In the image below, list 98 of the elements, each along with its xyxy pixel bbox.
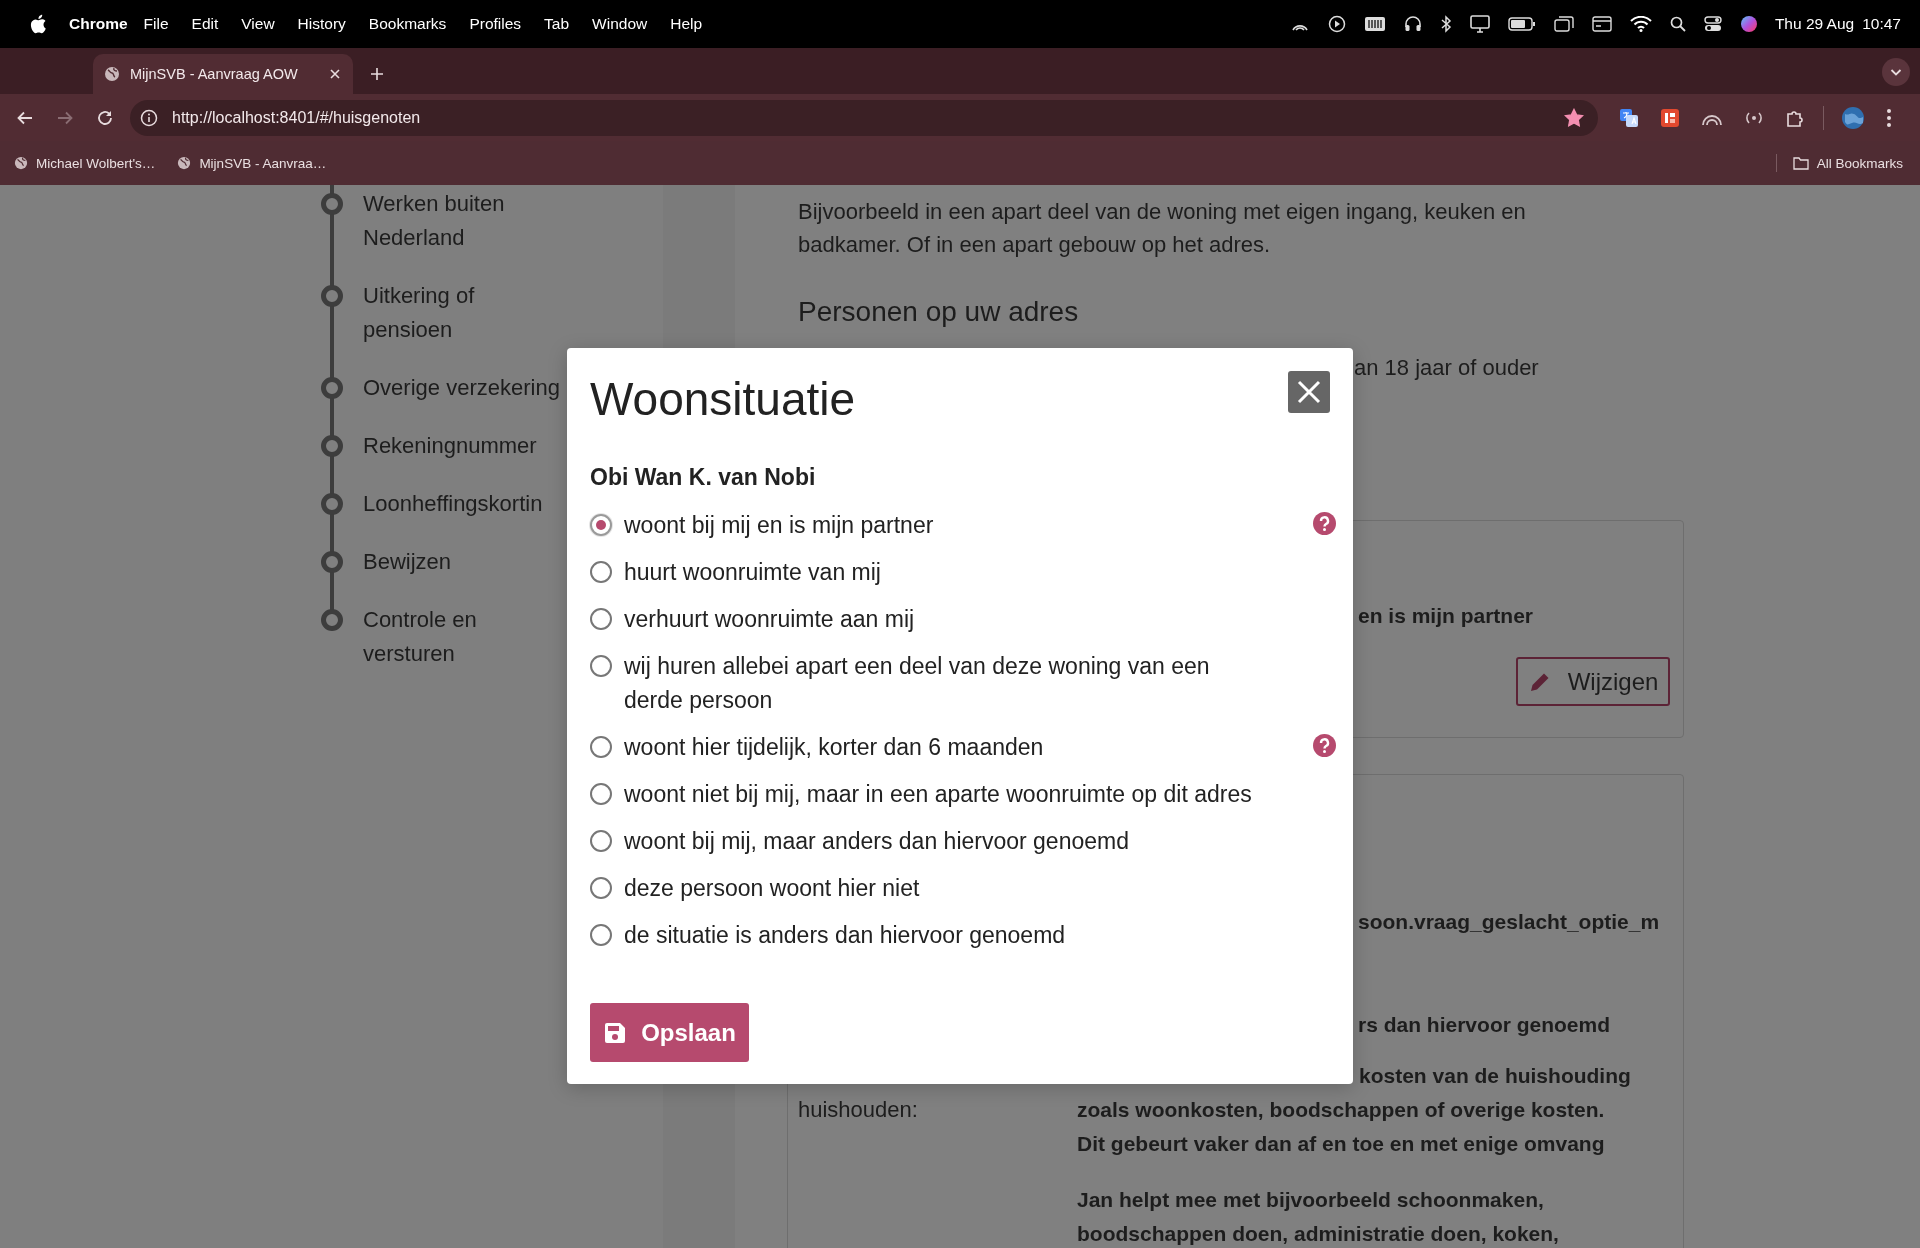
browser-tab[interactable]: MijnSVB - Aanvraag AOW <box>93 54 353 94</box>
menu-item[interactable]: Edit <box>191 15 219 33</box>
menu-bar-date[interactable]: Thu 29 Aug <box>1774 15 1855 33</box>
translate-icon[interactable] <box>1619 107 1639 128</box>
option-label[interactable]: woont bij mij en is mijn partner <box>624 507 934 542</box>
display-icon[interactable] <box>1469 15 1490 33</box>
option-label[interactable]: woont bij mij, maar anders dan hiervoor genoemd <box>624 823 1129 858</box>
step-marker <box>321 435 343 457</box>
intro-text: Bijvoorbeeld in een apart deel van de woning met eigen ingang, keuken en badkamer. Of in een apart gebouw op het adres. <box>797 198 1527 259</box>
more-icon[interactable] <box>1886 107 1892 128</box>
menu-item[interactable]: Profiles <box>469 15 522 33</box>
step-marker <box>321 551 343 573</box>
answer-text: kosten van de huishouding <box>1359 1063 1631 1089</box>
folder-icon <box>1792 156 1809 170</box>
radio-button[interactable] <box>590 607 612 630</box>
step-label[interactable]: Bewijzen <box>363 545 452 579</box>
headphones-icon[interactable] <box>1403 15 1422 33</box>
address-bar[interactable]: http://localhost:8401/#/huisgenoten <box>130 99 1598 136</box>
menu-bar-time[interactable]: 10:47 <box>1862 15 1901 33</box>
menu-item[interactable]: History <box>297 15 346 33</box>
step-label[interactable]: Overige verzekering <box>363 371 560 405</box>
orb-icon[interactable] <box>1739 15 1758 33</box>
answer-text: soon.vraag_geslacht_optie_m <box>1358 909 1660 935</box>
step-marker <box>321 377 343 399</box>
answer-text: rs dan hiervoor genoemd <box>1358 1012 1611 1038</box>
answer-text: en is mijn partner <box>1358 603 1534 629</box>
menu-item[interactable]: View <box>241 15 275 33</box>
answer-text: Dit gebeurt vaker dan af en toe en met enige omvang <box>1077 1131 1605 1157</box>
radio-button[interactable] <box>590 782 612 805</box>
step-label[interactable]: Rekeningnummer <box>363 429 537 463</box>
globe-icon <box>14 156 28 170</box>
radio-button[interactable] <box>590 829 612 852</box>
menu-item[interactable]: File <box>143 15 169 33</box>
edit-button[interactable]: Wijzigen <box>1516 657 1670 706</box>
radio-button[interactable] <box>590 513 612 536</box>
option-label[interactable]: woont niet bij mij, maar in een aparte woonruimte op dit adres <box>624 776 1252 811</box>
all-bookmarks[interactable]: All Bookmarks <box>1792 155 1903 171</box>
step-marker <box>321 493 343 515</box>
extension-icon[interactable] <box>1660 107 1680 128</box>
close-icon[interactable] <box>329 68 341 80</box>
windows-icon[interactable] <box>1553 16 1574 32</box>
radio-button[interactable] <box>590 923 612 946</box>
keyboard-icon[interactable] <box>1363 16 1386 32</box>
new-tab-icon[interactable] <box>370 67 384 81</box>
save-button[interactable]: Opslaan <box>590 1003 749 1062</box>
menu-item[interactable]: Help <box>670 15 703 33</box>
option-label[interactable]: huurt woonruimte van mij <box>624 554 881 589</box>
close-button[interactable] <box>1288 371 1330 413</box>
help-icon[interactable] <box>1313 733 1336 757</box>
play-icon[interactable] <box>1327 15 1346 33</box>
signal-icon[interactable] <box>1744 110 1764 125</box>
step-marker <box>321 285 343 307</box>
radio-button[interactable] <box>590 654 612 677</box>
option-label[interactable]: woont hier tijdelijk, korter dan 6 maanden <box>624 729 1044 764</box>
step-marker <box>321 193 343 215</box>
person-name: Obi Wan K. van Nobi <box>590 463 817 492</box>
apple-icon[interactable] <box>30 14 47 34</box>
avatar-icon[interactable] <box>1841 105 1865 130</box>
bluetooth-icon[interactable] <box>1439 15 1452 33</box>
radio-button[interactable] <box>590 560 612 583</box>
answer-text: Jan helpt mee met bijvoorbeeld schoonmaken, <box>1077 1187 1544 1213</box>
step-marker <box>321 609 343 631</box>
search-icon[interactable] <box>1669 16 1686 32</box>
bookmark[interactable]: Michael Wolbert's… <box>14 155 156 171</box>
step-label[interactable]: Loonheffingskortin <box>363 487 543 521</box>
tab-list-icon[interactable] <box>1882 58 1910 86</box>
step-label[interactable]: Werken buiten Nederland <box>363 187 505 255</box>
card-icon[interactable] <box>1591 16 1612 32</box>
save-icon <box>603 1020 628 1045</box>
option-label[interactable]: verhuurt woonruimte aan mij <box>624 601 915 636</box>
radio-button[interactable] <box>590 876 612 899</box>
step-label[interactable]: Uitkering of pensioen <box>363 279 475 347</box>
step-label[interactable]: Controle en versturen <box>363 603 477 671</box>
control-center-icon[interactable] <box>1703 16 1722 32</box>
menu-item[interactable]: Tab <box>544 15 570 33</box>
radio-button[interactable] <box>590 735 612 758</box>
answer-text: boodschappen doen, administratie doen, koken, <box>1077 1221 1559 1247</box>
menu-item[interactable]: Bookmarks <box>368 15 447 33</box>
menu-item[interactable]: Window <box>592 15 648 33</box>
dialog-title: Woonsituatie <box>590 372 856 427</box>
battery-icon[interactable] <box>1507 17 1536 31</box>
globe-icon <box>104 66 120 82</box>
field-label: huishouden: <box>798 1097 918 1122</box>
reload-icon[interactable] <box>96 108 114 127</box>
globe-icon <box>177 156 192 170</box>
option-label[interactable]: deze persoon woont hier niet <box>624 870 920 905</box>
option-label[interactable]: wij huren allebei apart een deel van deze woning van een derde persoon <box>624 648 1264 717</box>
bookmark[interactable]: MijnSVB - Aanvraa… <box>177 155 327 171</box>
help-icon[interactable] <box>1313 511 1336 535</box>
info-icon[interactable] <box>140 108 158 127</box>
answer-text: zoals woonkosten, boodschappen of overige kosten. <box>1077 1097 1605 1123</box>
wifi-icon[interactable] <box>1629 16 1652 32</box>
star-icon[interactable] <box>1564 107 1584 128</box>
option-label[interactable]: de situatie is anders dan hiervoor genoemd <box>624 917 1066 952</box>
section-heading: Personen op uw adres <box>797 295 1080 329</box>
app-menu[interactable]: Chrome <box>69 15 128 33</box>
close-icon <box>1297 380 1321 404</box>
question-text: an 18 jaar of ouder <box>1354 354 1539 382</box>
